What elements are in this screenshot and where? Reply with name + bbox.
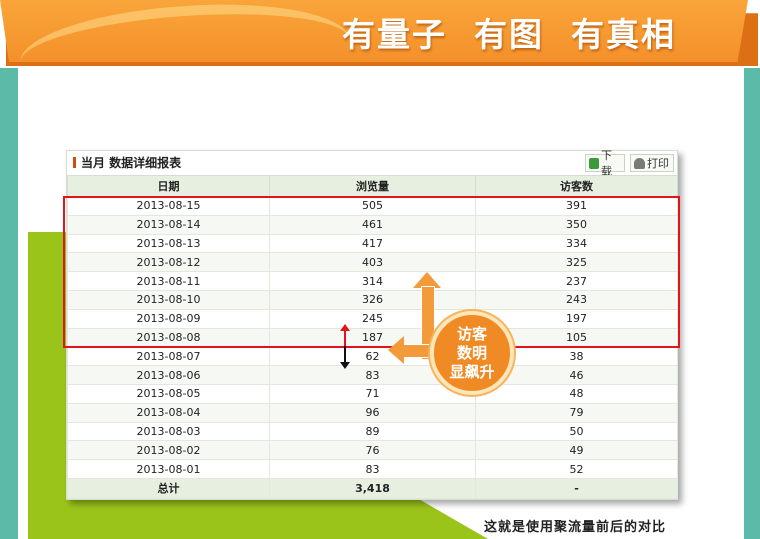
cell-views: 76 (269, 440, 476, 461)
highlight-box (63, 196, 680, 348)
comparison-caption: 这就是使用聚流量前后的对比 (484, 520, 667, 535)
cell-visitors: 79 (475, 402, 678, 423)
total-views: 3,418 (269, 477, 476, 499)
left-teal-border (0, 68, 18, 539)
table-row: 2013-08-06 83 46 (67, 365, 678, 385)
cell-visitors: 52 (475, 459, 678, 479)
banner-swoosh (17, 0, 353, 62)
printer-icon (634, 157, 645, 169)
cell-date: 2013-08-02 (67, 440, 270, 461)
up-down-arrow-icon (340, 324, 350, 370)
right-scalloped-edge (726, 68, 744, 539)
report-title: 当月 数据详细报表 (81, 156, 182, 170)
banner-title: 有量子 有图 有真相 (342, 15, 676, 54)
badge-line-2: 数明 (456, 343, 487, 362)
cell-views: 83 (269, 459, 476, 479)
cell-date: 2013-08-01 (67, 459, 270, 479)
table-header-row: 日期 浏览量 访客数 (67, 175, 678, 197)
cell-date: 2013-08-07 (67, 346, 270, 367)
table-row: 2013-08-07 62 38 (67, 346, 678, 367)
callout-badge: 访客 数明 显飙升 (430, 311, 514, 395)
top-banner: 有量子 有图 有真相 (0, 0, 760, 70)
right-teal-border (744, 68, 760, 539)
title-marker (73, 157, 76, 168)
badge-line-3: 显飙升 (449, 362, 495, 381)
table-row: 2013-08-03 89 50 (67, 421, 678, 442)
print-label: 打印 (647, 157, 669, 170)
table-row: 2013-08-05 71 48 (67, 383, 678, 404)
cell-views: 89 (269, 421, 476, 442)
table-row: 2013-08-01 83 52 (67, 459, 678, 479)
cell-visitors: 50 (475, 421, 678, 442)
cell-date: 2013-08-04 (67, 402, 270, 423)
cell-views: 71 (269, 383, 476, 404)
total-visitors: - (475, 477, 678, 499)
column-header-date[interactable]: 日期 (67, 175, 270, 197)
column-header-visitors[interactable]: 访客数 (475, 175, 678, 197)
cell-visitors: 49 (475, 440, 678, 461)
table-row: 2013-08-02 76 49 (67, 440, 678, 461)
cell-views: 96 (269, 402, 476, 423)
print-button[interactable]: 打印 (630, 154, 674, 172)
cell-date: 2013-08-05 (67, 383, 270, 404)
report-header: 当月 数据详细报表 下载 打印 (67, 149, 677, 178)
cell-date: 2013-08-06 (67, 365, 270, 385)
download-icon (589, 157, 599, 169)
download-button[interactable]: 下载 (585, 149, 625, 178)
total-label: 总计 (67, 477, 270, 499)
badge-line-1: 访客 (456, 324, 487, 343)
column-header-views[interactable]: 浏览量 (269, 175, 476, 197)
cell-visitors: 48 (475, 383, 678, 404)
total-row: 总计 3,418- (67, 477, 678, 499)
table-row: 2013-08-04 96 79 (67, 402, 678, 423)
cell-date: 2013-08-03 (67, 421, 270, 442)
